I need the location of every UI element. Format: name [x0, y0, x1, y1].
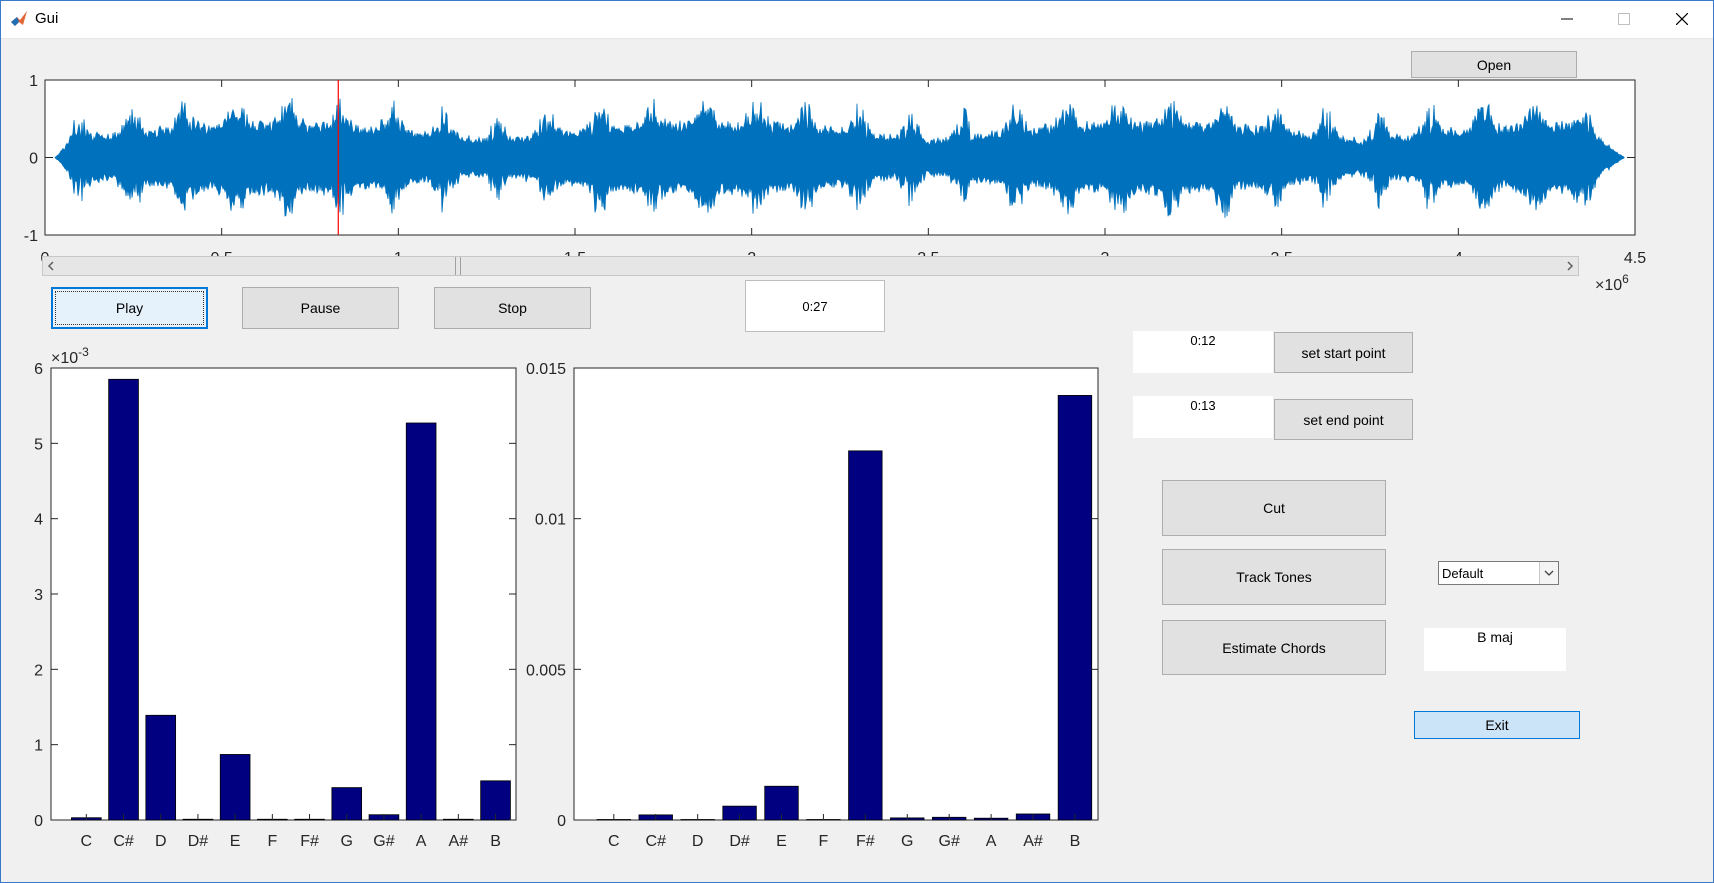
chroma-bar-chart-right: C C# D D# E F F# G G# A A# B 0 0.005 0.01 0.015	[526, 361, 1099, 850]
bar2-axes-background	[573, 367, 1099, 821]
bar-B	[1057, 395, 1093, 821]
x-tick-label: A#	[1023, 833, 1043, 850]
bar-F#	[848, 450, 883, 821]
x-tick-label: G#	[939, 833, 960, 850]
x-tick-label: C#	[646, 833, 667, 850]
x-tick-label: F	[819, 833, 829, 850]
y-tick-label: 0	[557, 813, 566, 830]
x-tick-label: A	[986, 833, 997, 850]
x-tick-label: G	[901, 833, 913, 850]
x-tick-label: C	[608, 833, 620, 850]
x-tick-label: D#	[729, 833, 750, 850]
x-tick-label: B	[1070, 833, 1081, 850]
y-tick-label: 0.015	[526, 361, 566, 378]
x-tick-label: E	[776, 833, 787, 850]
y-tick-label: 0.01	[535, 512, 566, 529]
x-tick-label: D	[692, 833, 704, 850]
x-tick-label: F#	[856, 833, 875, 850]
y-tick-label: 0.005	[526, 662, 566, 679]
